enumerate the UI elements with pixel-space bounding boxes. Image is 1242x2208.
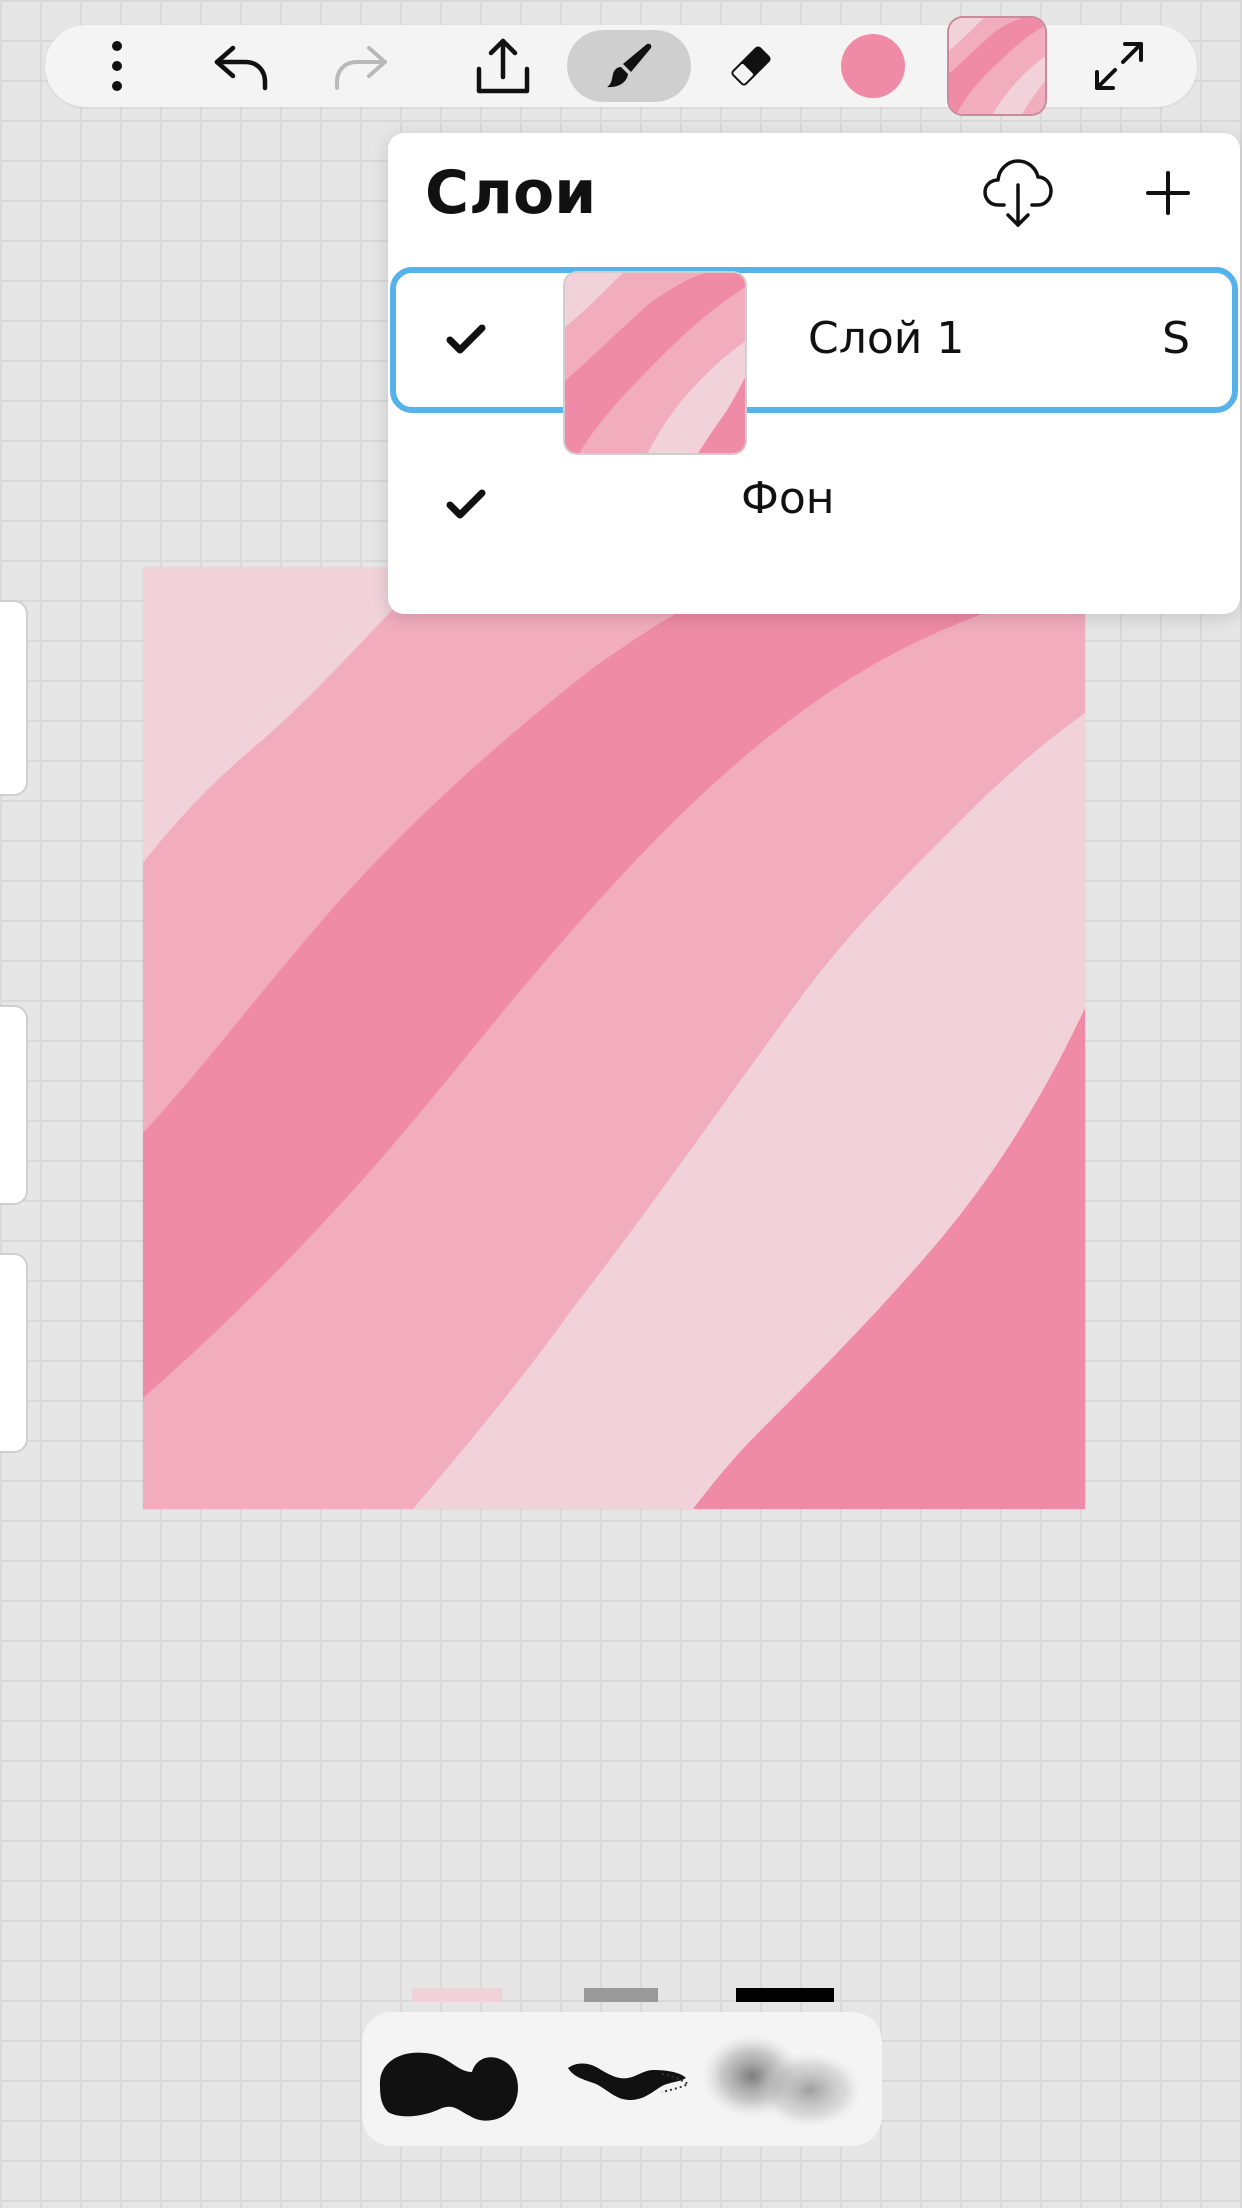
plus-icon [1146, 171, 1190, 215]
more-menu-button[interactable] [67, 25, 167, 107]
canvas-artwork [143, 568, 1085, 1509]
background-layer-name: Фон [741, 473, 835, 524]
layers-panel-title: Слои [425, 158, 597, 228]
layer-1-name: Слой 1 [808, 313, 965, 364]
brush-smoothing-slider[interactable] [0, 1253, 28, 1453]
soft-brush-icon[interactable] [702, 2034, 862, 2130]
layers-button[interactable] [947, 18, 1047, 114]
import-layer-button[interactable] [978, 153, 1058, 233]
cloud-download-icon [983, 159, 1053, 227]
brush-opacity-slider[interactable] [0, 1005, 28, 1205]
share-icon [476, 38, 530, 94]
brush-tab-3 [736, 1988, 834, 2002]
round-brush-icon[interactable] [372, 2032, 522, 2128]
brush-size-slider[interactable] [0, 600, 28, 796]
current-color-swatch [841, 34, 905, 98]
brush-tab-2 [584, 1988, 658, 2002]
more-vertical-icon [112, 41, 122, 91]
ink-brush-icon[interactable] [562, 2052, 692, 2112]
redo-icon [335, 46, 387, 90]
drawing-canvas[interactable] [143, 568, 1085, 1509]
brush-icon [607, 43, 652, 88]
fullscreen-button[interactable] [1069, 25, 1169, 107]
color-picker-button[interactable] [823, 25, 923, 107]
share-button[interactable] [453, 25, 553, 107]
layers-thumbnail [949, 18, 1045, 114]
eraser-tool-button[interactable] [701, 25, 801, 107]
layer-row-background[interactable]: Фон [388, 433, 1240, 578]
undo-button[interactable] [191, 25, 291, 107]
checkmark-icon[interactable] [446, 485, 486, 525]
redo-button[interactable] [311, 25, 411, 107]
eraser-icon [731, 46, 771, 86]
brush-tool-button[interactable] [567, 25, 691, 107]
brush-tab-1 [412, 1988, 502, 2002]
undo-icon [214, 45, 268, 91]
checkmark-icon[interactable] [446, 320, 486, 360]
top-toolbar [45, 18, 1197, 114]
add-layer-button[interactable] [1128, 153, 1208, 233]
layer-1-blend-mode[interactable]: S [1162, 313, 1190, 364]
layer-1-thumbnail [565, 273, 745, 453]
brush-dock [362, 1988, 882, 2146]
expand-icon [1095, 42, 1143, 90]
layers-panel: Слои Слой 1 S Фон [388, 133, 1240, 614]
